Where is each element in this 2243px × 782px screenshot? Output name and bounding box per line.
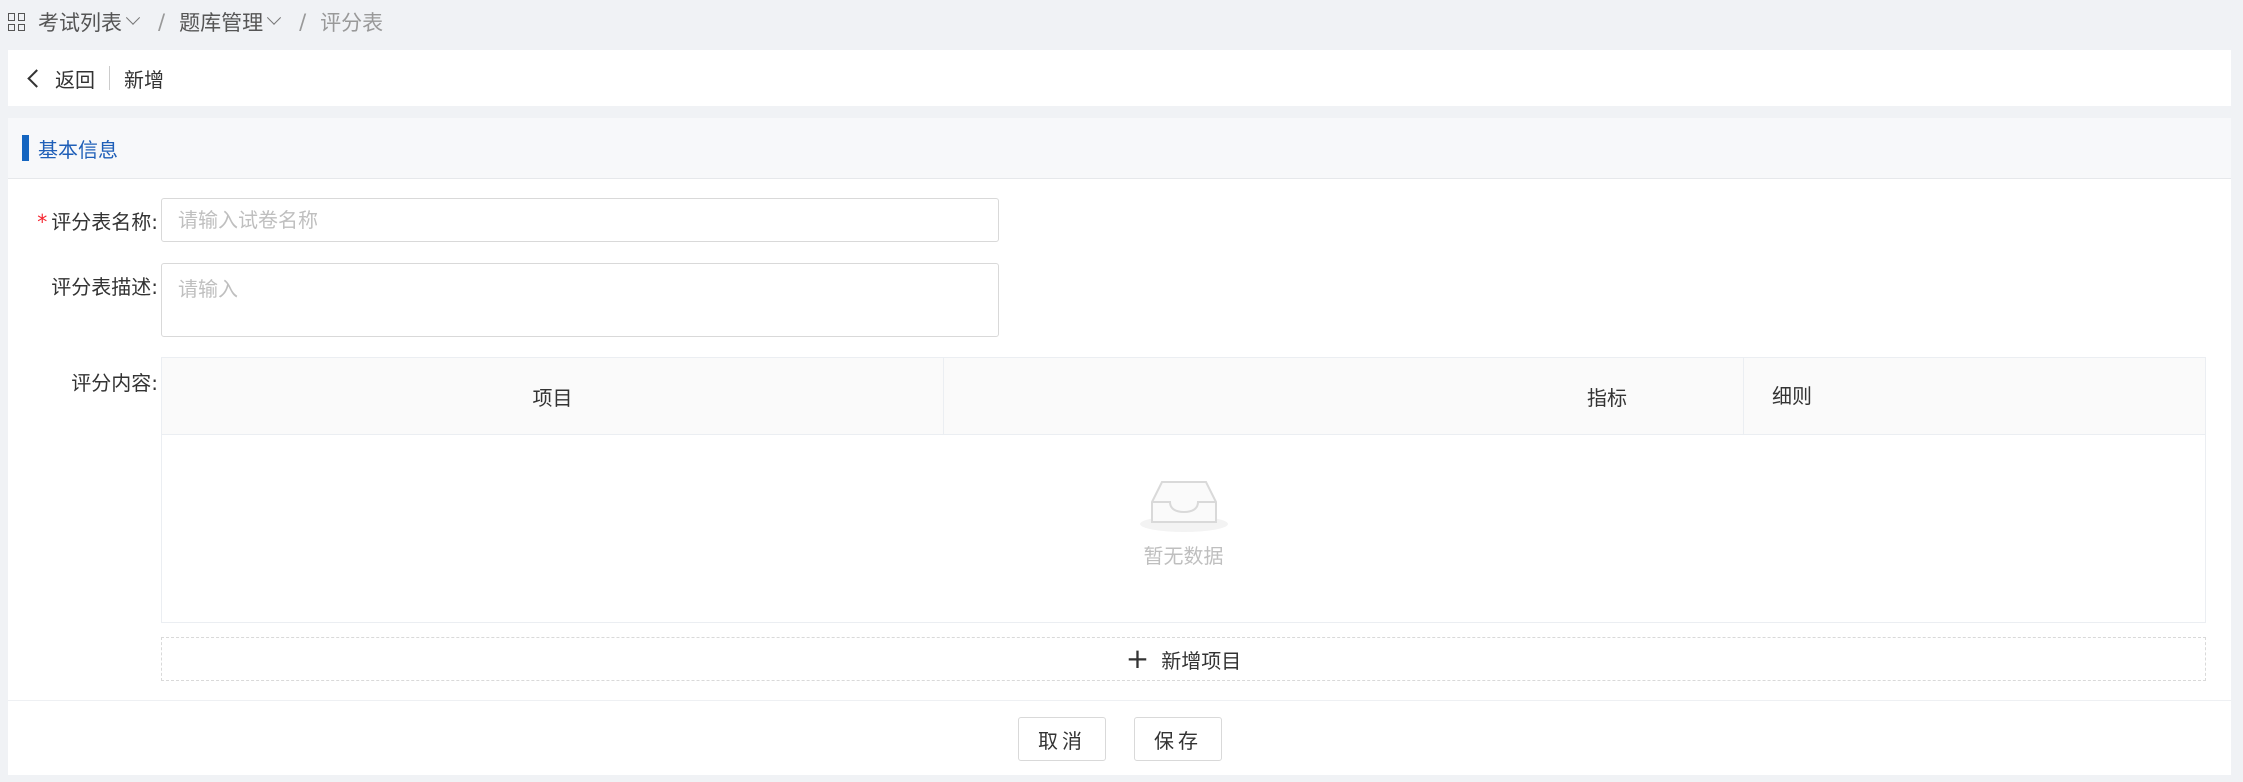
name-label-text: 评分表名称: — [51, 210, 158, 234]
breadcrumb-separator: / — [158, 10, 166, 34]
section-accent-bar — [22, 135, 29, 161]
empty-state: 暂无数据 — [162, 434, 2205, 622]
chevron-down-icon — [267, 10, 282, 25]
save-button[interactable]: 保存 — [1134, 717, 1222, 761]
form-panel: 基本信息 *评分表名称: 评分表描述: 评分内容: 项目 指标 细则 暂无数据 … — [8, 118, 2231, 775]
grid-menu-icon[interactable] — [8, 13, 26, 31]
breadcrumb-item-question-bank[interactable]: 题库管理 — [179, 7, 282, 37]
score-content-table: 项目 指标 细则 暂无数据 — [161, 357, 2206, 623]
add-item-label: 新增项目 — [1161, 648, 1242, 673]
breadcrumb-separator: / — [299, 10, 307, 34]
required-asterisk: * — [37, 210, 48, 234]
plus-icon: + — [1125, 642, 1150, 675]
cancel-button[interactable]: 取消 — [1018, 717, 1106, 761]
page-title: 新增 — [124, 67, 164, 92]
breadcrumb-bar: 考试列表 / 题库管理 / 评分表 — [0, 0, 2243, 44]
content-label: 评分内容: — [71, 371, 158, 395]
section-header: 基本信息 — [8, 118, 2231, 179]
breadcrumb-label: 考试列表 — [38, 11, 122, 35]
footer-divider — [8, 700, 2231, 701]
page-header: 返回 新增 — [8, 50, 2231, 106]
divider — [109, 66, 110, 90]
back-button[interactable]: 返回 — [26, 64, 95, 93]
name-label: * 评分表名称: — [13, 206, 158, 235]
column-header-item: 项目 — [162, 358, 944, 434]
section-title: 基本信息 — [38, 137, 118, 162]
back-label: 返回 — [55, 67, 95, 92]
breadcrumb-label: 题库管理 — [179, 11, 264, 35]
desc-label: 评分表描述: — [51, 275, 158, 299]
table-header: 项目 指标 细则 — [162, 358, 2205, 435]
chevron-left-icon — [27, 68, 46, 88]
breadcrumb-item-exam-list[interactable]: 考试列表 — [38, 7, 141, 37]
empty-inbox-icon — [1139, 481, 1228, 532]
chevron-down-icon — [125, 10, 141, 25]
add-item-button[interactable]: + 新增项目 — [161, 637, 2206, 681]
column-header-rules: 细则 — [1772, 383, 1812, 408]
empty-text: 暂无数据 — [1143, 544, 1224, 568]
name-input[interactable] — [161, 198, 999, 242]
description-textarea[interactable] — [161, 263, 999, 337]
column-header-indicator: 指标 — [944, 358, 1744, 434]
breadcrumb-current: 评分表 — [320, 11, 384, 35]
